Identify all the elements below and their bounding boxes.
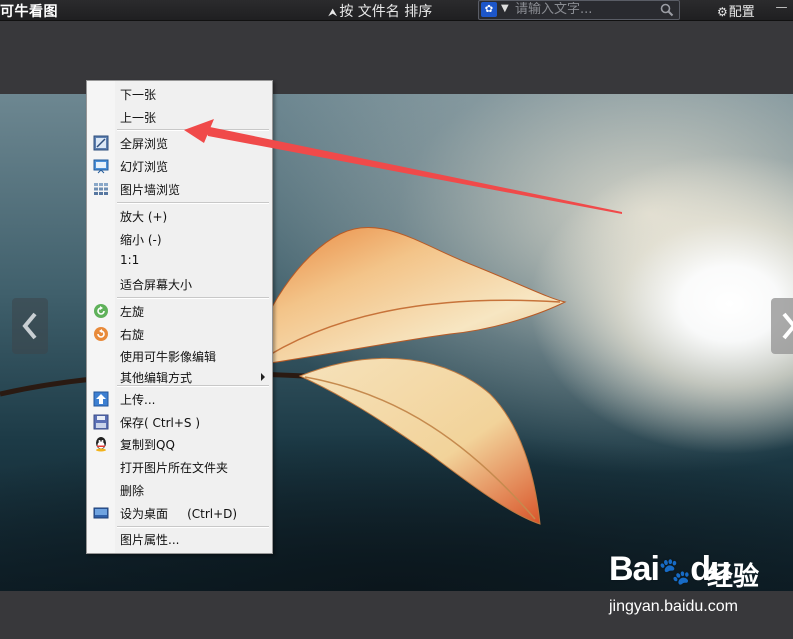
menu-item-label: 左旋 <box>120 305 145 319</box>
menu-item-label: 缩小 (-) <box>120 233 162 247</box>
sort-label: 按 文件名 排序 <box>339 4 433 20</box>
config-label: 配置 <box>728 5 755 20</box>
menu-item-zoom-in[interactable]: 放大 (+) <box>87 205 272 227</box>
next-image-button[interactable] <box>771 298 793 354</box>
menu-separator <box>117 202 269 204</box>
menu-item-label: 保存( Ctrl+S ) <box>120 416 201 430</box>
menu-item-label: 上传... <box>120 393 156 407</box>
menu-item-label: 上一张 <box>120 111 157 125</box>
save-icon <box>93 414 109 430</box>
menu-item-open-folder[interactable]: 打开图片所在文件夹 <box>87 456 272 478</box>
minimize-button[interactable]: — <box>770 0 793 18</box>
menu-item-image-wall[interactable]: 图片墙浏览 <box>87 178 272 200</box>
menu-item-label: 设为桌面 (Ctrl+D) <box>120 507 238 521</box>
menu-item-keniu-editor[interactable]: 使用可牛影像编辑 <box>87 345 272 367</box>
menu-item-actual-size[interactable]: 1:1 <box>87 250 272 272</box>
menu-item-slideshow[interactable]: 幻灯浏览 <box>87 155 272 177</box>
app-title: 可牛看图 <box>0 4 58 20</box>
submenu-arrow-icon <box>261 373 265 381</box>
search-icon[interactable] <box>659 2 675 18</box>
menu-item-next[interactable]: 下一张 <box>87 83 272 105</box>
menu-item-label: 右旋 <box>120 328 145 342</box>
watermark-url: jingyan.baidu.com <box>609 598 738 615</box>
chevron-right-icon <box>782 312 793 340</box>
search-box: ✿ ▼ <box>478 0 680 20</box>
menu-item-copy-to-qq[interactable]: 复制到QQ <box>87 433 272 455</box>
desktop-icon <box>93 507 109 519</box>
gear-icon: ⚙ <box>717 5 728 19</box>
menu-item-label: 幻灯浏览 <box>120 160 169 174</box>
menu-item-label: 图片属性... <box>120 533 180 547</box>
menu-item-label: 打开图片所在文件夹 <box>120 461 229 475</box>
menu-item-label: 其他编辑方式 <box>120 371 193 385</box>
menu-item-upload[interactable]: 上传... <box>87 388 272 410</box>
context-menu: 下一张 上一张 全屏浏览 幻灯浏览 图片墙浏览 放大 (+) 缩小 (-) 1:… <box>86 80 273 554</box>
menu-item-label: 放大 (+) <box>120 210 168 224</box>
menu-item-fit-screen[interactable]: 适合屏幕大小 <box>87 273 272 295</box>
menu-item-label: 1:1 <box>120 253 140 267</box>
menu-item-delete[interactable]: 删除 <box>87 479 272 501</box>
menu-item-label: 删除 <box>120 484 145 498</box>
baidu-jingyan-watermark: Bai🐾du 经验 jingyan.baidu.com <box>609 550 789 624</box>
menu-item-label: 全屏浏览 <box>120 137 169 151</box>
sort-button[interactable]: ⮝ 按 文件名 排序 <box>328 1 432 21</box>
upload-icon <box>93 391 109 407</box>
menu-item-rotate-left[interactable]: 左旋 <box>87 300 272 322</box>
menu-item-properties[interactable]: 图片属性... <box>87 528 272 550</box>
menu-item-label: 使用可牛影像编辑 <box>120 350 217 364</box>
rotate-left-icon <box>94 304 108 318</box>
rotate-right-icon <box>94 327 108 341</box>
image-wall-icon <box>94 183 108 195</box>
config-button[interactable]: ⚙配置 <box>717 1 755 20</box>
menu-item-label: 适合屏幕大小 <box>120 278 193 292</box>
fullscreen-icon <box>93 135 109 151</box>
menu-item-label: 下一张 <box>120 88 157 102</box>
menu-item-save[interactable]: 保存( Ctrl+S ) <box>87 411 272 433</box>
baidu-paw-icon[interactable]: ✿ <box>481 2 497 17</box>
paw-icon: 🐾 <box>658 556 691 586</box>
menu-item-rotate-right[interactable]: 右旋 <box>87 323 272 345</box>
menu-item-fullscreen[interactable]: 全屏浏览 <box>87 132 272 154</box>
title-bar: 可牛看图 ⮝按 文件名 排序 ✿ ▼ ⚙配置 — <box>0 0 793 21</box>
menu-separator <box>117 385 269 387</box>
menu-item-label: 图片墙浏览 <box>120 183 181 197</box>
menu-item-previous[interactable]: 上一张 <box>87 106 272 128</box>
menu-separator <box>117 297 269 299</box>
chevron-down-icon[interactable]: ▼ <box>501 3 509 14</box>
chevron-left-icon <box>22 312 37 340</box>
menu-separator <box>117 129 269 131</box>
menu-item-label: 复制到QQ <box>120 438 175 452</box>
previous-image-button[interactable] <box>12 298 48 354</box>
search-input[interactable] <box>515 2 655 17</box>
qq-icon <box>96 437 106 452</box>
slideshow-icon <box>93 159 109 174</box>
watermark-product: 经验 <box>707 562 760 592</box>
menu-item-zoom-out[interactable]: 缩小 (-) <box>87 228 272 250</box>
sort-arrow-icon: ⮝ <box>328 6 338 19</box>
menu-item-set-desktop[interactable]: 设为桌面 (Ctrl+D) <box>87 502 272 524</box>
